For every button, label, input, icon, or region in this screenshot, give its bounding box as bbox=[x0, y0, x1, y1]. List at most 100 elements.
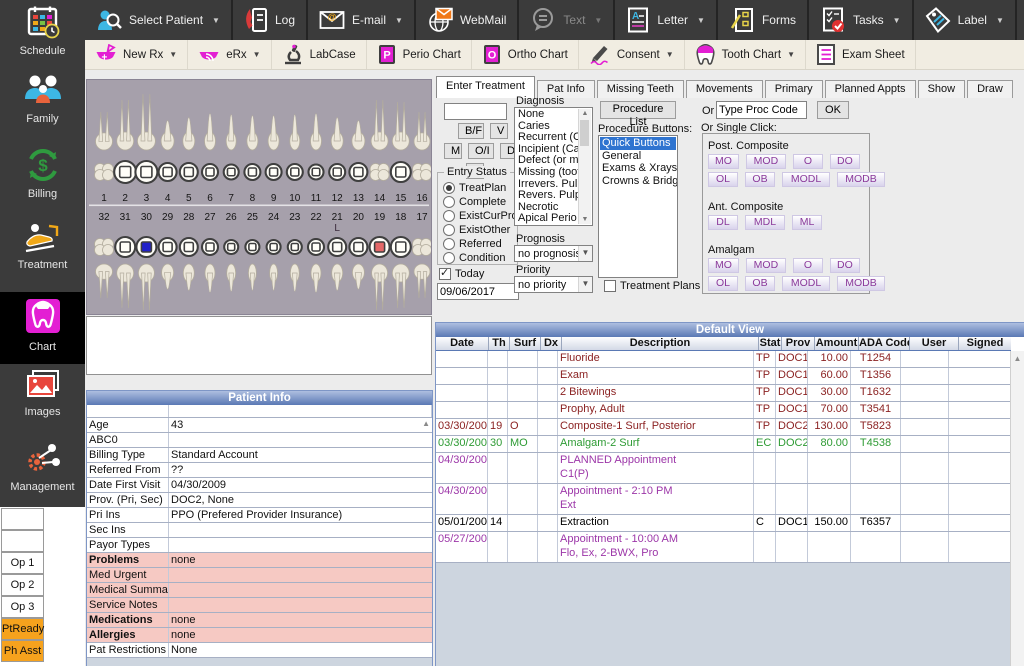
proc-code-input[interactable] bbox=[716, 101, 807, 119]
sidebar-item-billing[interactable]: $Billing bbox=[0, 145, 85, 215]
toolbar-button-e-mail[interactable]: @E-mail▼ bbox=[308, 0, 416, 40]
quick-proc-button-mod[interactable]: MOD bbox=[746, 258, 786, 273]
sidebar-item-schedule[interactable]: Schedule bbox=[0, 2, 85, 72]
procedure-row[interactable]: 2 BitewingsTPDOC130.00T1632 bbox=[436, 385, 1011, 402]
procedure-row[interactable]: 05/01/200914ExtractionCDOC1150.00T6357 bbox=[436, 515, 1011, 532]
quick-proc-button-mod[interactable]: MOD bbox=[746, 154, 786, 169]
chevron-down-icon[interactable]: ▼ bbox=[594, 16, 602, 25]
procedure-row[interactable]: 04/30/2009PLANNED AppointmentC1(P) bbox=[436, 453, 1011, 484]
patient-info-row[interactable]: Pri InsPPO (Prefered Provider Insurance) bbox=[87, 508, 432, 523]
scroll-up-icon[interactable]: ▲ bbox=[422, 419, 430, 428]
toolbar-button-tooth-chart[interactable]: Tooth Chart▼ bbox=[685, 40, 806, 69]
quick-proc-button-modb[interactable]: MODB bbox=[837, 172, 885, 187]
sidebar-item-images[interactable]: Images bbox=[0, 365, 85, 435]
chevron-down-icon[interactable]: ▼ bbox=[169, 50, 177, 59]
patient-info-row[interactable]: Medical Summary bbox=[87, 583, 432, 598]
toolbar-button-popups[interactable]: Popups bbox=[1017, 0, 1024, 40]
op-box-op-2[interactable]: Op 2 bbox=[1, 574, 44, 596]
today-checkbox-box[interactable] bbox=[439, 268, 451, 280]
tab-planned-appts[interactable]: Planned Appts bbox=[825, 80, 916, 98]
procedure-row[interactable]: 05/27/2009Appointment - 10:00 AMFlo, Ex,… bbox=[436, 532, 1011, 563]
procedure-category-item[interactable]: Quick Buttons bbox=[600, 137, 676, 150]
chevron-down-icon[interactable]: ▼ bbox=[893, 16, 901, 25]
entry-status-option-existother[interactable]: ExistOther bbox=[443, 223, 517, 237]
entry-status-option-treatplan[interactable]: TreatPlan bbox=[443, 181, 517, 195]
op-box-op-3[interactable]: Op 3 bbox=[1, 596, 44, 618]
scroll-up-icon[interactable]: ▲ bbox=[579, 110, 591, 117]
procedure-category-item[interactable]: Exams & Xrays bbox=[600, 162, 676, 175]
toolbar-button-ortho-chart[interactable]: OOrtho Chart bbox=[472, 40, 579, 69]
quick-proc-button-ol[interactable]: OL bbox=[708, 172, 738, 187]
patient-info-row[interactable]: Sec Ins bbox=[87, 523, 432, 538]
quick-proc-button-mo[interactable]: MO bbox=[708, 154, 739, 169]
radio-button[interactable] bbox=[443, 238, 455, 250]
radio-button[interactable] bbox=[443, 252, 455, 264]
toolbar-button-tasks[interactable]: Tasks▼ bbox=[809, 0, 914, 40]
entry-status-option-complete[interactable]: Complete bbox=[443, 195, 517, 209]
op-box-ptready[interactable]: PtReady bbox=[1, 618, 44, 640]
diagnosis-scrollbar[interactable]: ▲ ▼ bbox=[578, 109, 591, 224]
surface-button-m[interactable]: M bbox=[444, 143, 462, 159]
procedure-list-button[interactable]: Procedure List bbox=[600, 101, 676, 119]
entry-status-option-existcurprov[interactable]: ExistCurProv bbox=[443, 209, 517, 223]
toolbar-button-forms[interactable]: Forms bbox=[718, 0, 809, 40]
tab-primary[interactable]: Primary bbox=[765, 80, 823, 98]
chart-notes-box[interactable] bbox=[86, 316, 432, 375]
patient-info-row[interactable]: Allergiesnone bbox=[87, 628, 432, 643]
patient-info-row[interactable]: Medicationsnone bbox=[87, 613, 432, 628]
entry-status-option-referred[interactable]: Referred bbox=[443, 237, 517, 251]
ok-button[interactable]: OK bbox=[817, 101, 849, 119]
patient-info-row[interactable]: Age43 bbox=[87, 418, 432, 433]
op-box-ph-asst[interactable]: Ph Asst bbox=[1, 640, 44, 662]
diagnosis-item[interactable]: Missing (tooth s bbox=[516, 167, 579, 179]
scroll-down-icon[interactable]: ▼ bbox=[579, 216, 591, 223]
procedure-row[interactable]: Prophy, AdultTPDOC170.00T3541 bbox=[436, 402, 1011, 419]
patient-info-row[interactable]: ABC0 bbox=[87, 433, 432, 448]
tab-draw[interactable]: Draw bbox=[967, 80, 1013, 98]
chevron-down-icon[interactable]: ▼ bbox=[253, 50, 261, 59]
toolbar-button-label[interactable]: Label▼ bbox=[914, 0, 1017, 40]
toolbar-button-select-patient[interactable]: Select Patient▼ bbox=[85, 0, 233, 40]
today-checkbox[interactable]: Today bbox=[439, 268, 484, 280]
scroll-thumb[interactable] bbox=[580, 120, 589, 146]
procedure-row[interactable]: 04/30/2009Appointment - 2:10 PMExt bbox=[436, 484, 1011, 515]
patient-info-row[interactable]: Pat RestrictionsNone bbox=[87, 643, 432, 658]
surface-button-v[interactable]: V bbox=[490, 123, 508, 139]
patient-info-row[interactable]: Service Notes bbox=[87, 598, 432, 613]
chevron-down-icon[interactable]: ▼ bbox=[395, 16, 403, 25]
quick-proc-button-dl[interactable]: DL bbox=[708, 215, 738, 230]
toolbar-button-consent[interactable]: Consent▼ bbox=[579, 40, 685, 69]
tab-show[interactable]: Show bbox=[918, 80, 966, 98]
toolbar-button-log[interactable]: Log bbox=[233, 0, 308, 40]
patient-info-row[interactable]: Payor Types bbox=[87, 538, 432, 553]
procedure-category-item[interactable]: General bbox=[600, 150, 676, 163]
radio-button[interactable] bbox=[443, 210, 455, 222]
quick-proc-button-ml[interactable]: ML bbox=[792, 215, 822, 230]
op-box-empty[interactable] bbox=[1, 530, 44, 552]
entry-status-option-condition[interactable]: Condition bbox=[443, 251, 517, 265]
chevron-down-icon[interactable]: ▼ bbox=[697, 16, 705, 25]
patient-info-row[interactable]: Med Urgent bbox=[87, 568, 432, 583]
quick-proc-button-ol[interactable]: OL bbox=[708, 276, 738, 291]
op-box-empty[interactable] bbox=[1, 508, 44, 530]
sidebar-item-treatment[interactable]: Treatment bbox=[0, 218, 85, 288]
quick-proc-button-modl[interactable]: MODL bbox=[782, 276, 830, 291]
procedure-row[interactable]: 03/30/200919OComposite-1 Surf, Posterior… bbox=[436, 419, 1011, 436]
toolbar-button-exam-sheet[interactable]: Exam Sheet bbox=[806, 40, 916, 69]
toolbar-button-labcase[interactable]: LabCase bbox=[272, 40, 367, 69]
treatment-plans-checkbox[interactable]: Treatment Plans bbox=[604, 280, 700, 292]
procedure-category-item[interactable]: Crowns & Bridges bbox=[600, 175, 676, 188]
quick-proc-button-mdl[interactable]: MDL bbox=[745, 215, 785, 230]
chevron-down-icon[interactable]: ▼ bbox=[996, 16, 1004, 25]
procedure-buttons-listbox[interactable]: Quick ButtonsGeneralExams & XraysCrowns … bbox=[598, 135, 678, 278]
toolbar-button-webmail[interactable]: WebMail bbox=[416, 0, 519, 40]
diagnosis-item[interactable]: None bbox=[516, 109, 579, 121]
patient-info-row[interactable]: Date First Visit04/30/2009 bbox=[87, 478, 432, 493]
diagnosis-item[interactable]: Apical Perio bbox=[516, 213, 579, 224]
chevron-down-icon[interactable]: ▼ bbox=[212, 16, 220, 25]
sidebar-item-chart[interactable]: Chart bbox=[0, 292, 85, 364]
toolbar-button-letter[interactable]: ALetter▼ bbox=[615, 0, 718, 40]
chevron-down-icon[interactable]: ▼ bbox=[578, 246, 592, 261]
diagnosis-listbox[interactable]: NoneCariesRecurrent (Car)Incipient (Car)… bbox=[514, 107, 593, 226]
radio-button[interactable] bbox=[443, 196, 455, 208]
